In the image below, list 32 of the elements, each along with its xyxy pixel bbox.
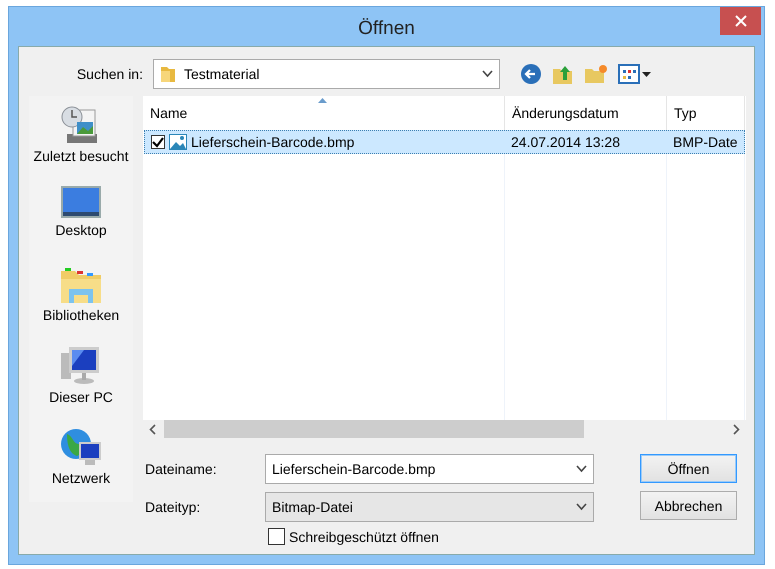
filetype-label: Dateityp:: [145, 499, 202, 515]
dropdown-caret-icon[interactable]: [576, 465, 587, 473]
look-in-dropdown[interactable]: Testmaterial: [153, 59, 500, 89]
scroll-right-icon[interactable]: [733, 424, 740, 434]
dialog-button[interactable]: Abbrechen: [640, 491, 737, 520]
image-file-icon: [169, 134, 187, 150]
close-icon: [734, 15, 746, 27]
close-button[interactable]: [720, 7, 761, 35]
sidebar-item[interactable]: Dieser PC: [49, 345, 113, 422]
filename-label: Dateiname:: [145, 461, 218, 477]
date-cell-text: 24.07.2014 13:28: [510, 134, 621, 150]
view-menu-icon[interactable]: [618, 64, 652, 84]
filetype-dropdown[interactable]: Bitmap-Datei: [265, 492, 594, 522]
dialog-button[interactable]: Öffnen: [640, 454, 737, 483]
look-in-label: Suchen in:: [76, 66, 144, 82]
dropdown-caret-icon[interactable]: [482, 70, 493, 78]
row-checkbox[interactable]: [151, 135, 165, 149]
sidebar-item[interactable]: Bibliotheken: [42, 264, 120, 342]
file-name: Lieferschein-Barcode.bmp: [191, 134, 354, 150]
file-row[interactable]: Lieferschein-Barcode.bmp 24.07.2014 13:28 BMP-Date: [144, 130, 745, 154]
filename-field[interactable]: Lieferschein-Barcode.bmp: [265, 454, 594, 484]
dropdown-caret-icon[interactable]: [576, 503, 587, 511]
desktop-icon: [58, 184, 103, 220]
type-cell-text: BMP-Date: [672, 134, 739, 150]
window-title: Öffnen: [357, 18, 416, 40]
sidebar-item[interactable]: Desktop: [55, 184, 107, 261]
scroll-left-icon[interactable]: [149, 424, 156, 434]
folder-icon: [160, 65, 176, 83]
readonly-label: Schreibgeschützt öffnen: [289, 528, 439, 544]
sidebar-item[interactable]: Zuletzt besucht: [34, 104, 128, 180]
sidebar-item[interactable]: Netzwerk: [52, 426, 110, 502]
readonly-checkbox[interactable]: [268, 528, 285, 545]
